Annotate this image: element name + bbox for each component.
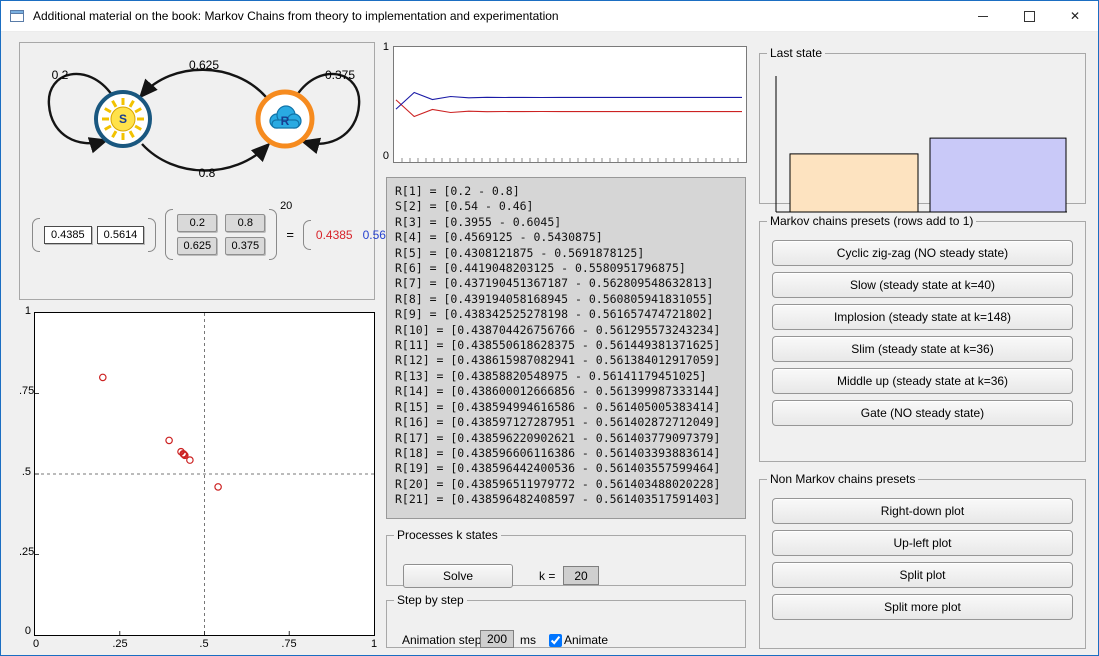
form-content: 0.2 0.625 0.375 0.8 S R 0.4385 0.5614 0.… (1, 32, 1098, 655)
ms-label: ms (520, 633, 536, 647)
window-title: Additional material on the book: Markov … (33, 9, 559, 23)
matrix-cell-rs[interactable]: 0.625 (177, 237, 218, 255)
mini-ytick-0: 0 (382, 150, 389, 162)
arrow-r-to-s (138, 68, 267, 99)
non-markov-presets-group-title: Non Markov chains presets (770, 472, 916, 486)
label-r-self: 0.375 (325, 68, 355, 82)
step-by-step-group: Step by step Animation step ms Animate (386, 593, 746, 648)
step-group-title: Step by step (397, 593, 464, 607)
scatter-ytick-5: .5 (21, 466, 31, 478)
state-s-letter: S (119, 112, 127, 126)
processes-group-title: Processes k states (397, 528, 498, 542)
preset-button-slow-steady-state-at-k-40[interactable]: Slow (steady state at k=40) (772, 272, 1073, 298)
animate-checkbox[interactable] (549, 634, 562, 647)
preset-button-middle-up-steady-state-at-k-36[interactable]: Middle up (steady state at k=36) (772, 368, 1073, 394)
app-window: Additional material on the book: Markov … (0, 0, 1099, 656)
scatter-plot: 1 .75 .5 .25 0 0 .25 .5 .75 1 (19, 305, 378, 655)
preset-button-up-left-plot[interactable]: Up-left plot (772, 530, 1073, 556)
scatter-xtick-25: .25 (112, 638, 128, 650)
scatter-ytick-1: 1 (24, 305, 31, 317)
last-state-bar-chart (775, 76, 1067, 213)
preset-button-implosion-steady-state-at-k-148[interactable]: Implosion (steady state at k=148) (772, 304, 1073, 330)
convergence-chart-area (393, 46, 747, 163)
non-markov-presets-list: Right-down plot Up-left plot Split plot Spl… (760, 486, 1085, 620)
matrix-cell-sr[interactable]: 0.8 (225, 214, 266, 232)
state-r-letter: R (281, 114, 290, 128)
last-state-group-title: Last state (770, 46, 823, 60)
last-state-group: Last state (759, 46, 1086, 213)
k-label: k = (539, 569, 556, 583)
markov-presets-group-title: Markov chains presets (rows add to 1) (770, 214, 974, 228)
scatter-ytick-25: .25 (19, 546, 35, 558)
state-diagram: 0.2 0.625 0.375 0.8 S R (47, 58, 361, 180)
markov-presets-list: Cyclic zig-zag (NO steady state) Slow (st… (760, 228, 1085, 426)
preset-button-right-down-plot[interactable]: Right-down plot (772, 498, 1073, 524)
label-s-self: 0.2 (52, 68, 69, 82)
label-s-to-r: 0.8 (199, 166, 216, 180)
state-node-sun[interactable]: S (94, 90, 152, 148)
iterations-log[interactable]: R[1] = [0.2 - 0.8] S[2] = [0.54 - 0.46] … (386, 177, 746, 519)
matrix-cell-ss[interactable]: 0.2 (177, 214, 218, 232)
scatter-ytick-75: .75 (19, 385, 35, 397)
scatter-xtick-75: .75 (281, 638, 297, 650)
markov-presets-group: Markov chains presets (rows add to 1) Cy… (759, 214, 1086, 462)
preset-button-slim-steady-state-at-k-36[interactable]: Slim (steady state at k=36) (772, 336, 1073, 362)
non-markov-presets-group: Non Markov chains presets Right-down plo… (759, 472, 1086, 649)
scatter-canvas (35, 313, 374, 635)
preset-button-split-plot[interactable]: Split plot (772, 562, 1073, 588)
vector-value-r: 0.5614 (96, 225, 145, 244)
animation-step-input[interactable] (480, 630, 514, 648)
minimize-icon (978, 15, 988, 17)
transition-matrix: 0.2 0.8 0.625 0.375 20 (165, 200, 292, 260)
scatter-plot-area (34, 312, 375, 636)
maximize-icon (1023, 10, 1035, 22)
scatter-xtick-0: 0 (32, 638, 40, 650)
close-icon: ✕ (1069, 9, 1081, 23)
titlebar: Additional material on the book: Markov … (1, 1, 1098, 32)
vector-value-s: 0.4385 (44, 225, 92, 244)
solve-button[interactable]: Solve (403, 564, 513, 588)
processes-group: Processes k states Solve k = (386, 528, 746, 588)
scatter-ytick-0: 0 (24, 625, 31, 637)
animate-label: Animate (564, 633, 609, 647)
state-vector: 0.4385 0.5614 (32, 217, 157, 252)
k-input[interactable] (563, 566, 599, 585)
app-icon (10, 10, 24, 22)
state-node-rain[interactable]: R (255, 89, 315, 149)
minimize-button[interactable] (960, 1, 1006, 31)
matrix-equation: 0.4385 0.5614 0.2 0.8 0.625 0.375 20 = 0… (32, 200, 413, 260)
markov-diagram-panel: 0.2 0.625 0.375 0.8 S R 0.4385 0.5614 0.… (19, 42, 413, 300)
preset-button-gate-no-steady-state[interactable]: Gate (NO steady state) (772, 400, 1073, 426)
scatter-xtick-5: .5 (199, 638, 209, 650)
preset-button-split-more-plot[interactable]: Split more plot (772, 594, 1073, 620)
scatter-xtick-1: 1 (370, 638, 378, 650)
preset-button-cyclic-zig-zag-no-steady-state[interactable]: Cyclic zig-zag (NO steady state) (772, 240, 1073, 266)
convergence-canvas (395, 91, 742, 162)
equals-sign: = (286, 227, 294, 242)
matrix-cell-rr[interactable]: 0.375 (225, 237, 266, 255)
label-r-to-s: 0.625 (189, 58, 219, 72)
convergence-chart: 1 0 (379, 41, 747, 170)
close-button[interactable]: ✕ (1052, 1, 1098, 31)
mini-ytick-1: 1 (382, 41, 389, 53)
matrix-exponent: 20 (280, 200, 293, 212)
maximize-button[interactable] (1006, 1, 1052, 31)
result-value-s: 0.4385 (315, 227, 353, 242)
animation-step-label: Animation step (402, 633, 482, 647)
